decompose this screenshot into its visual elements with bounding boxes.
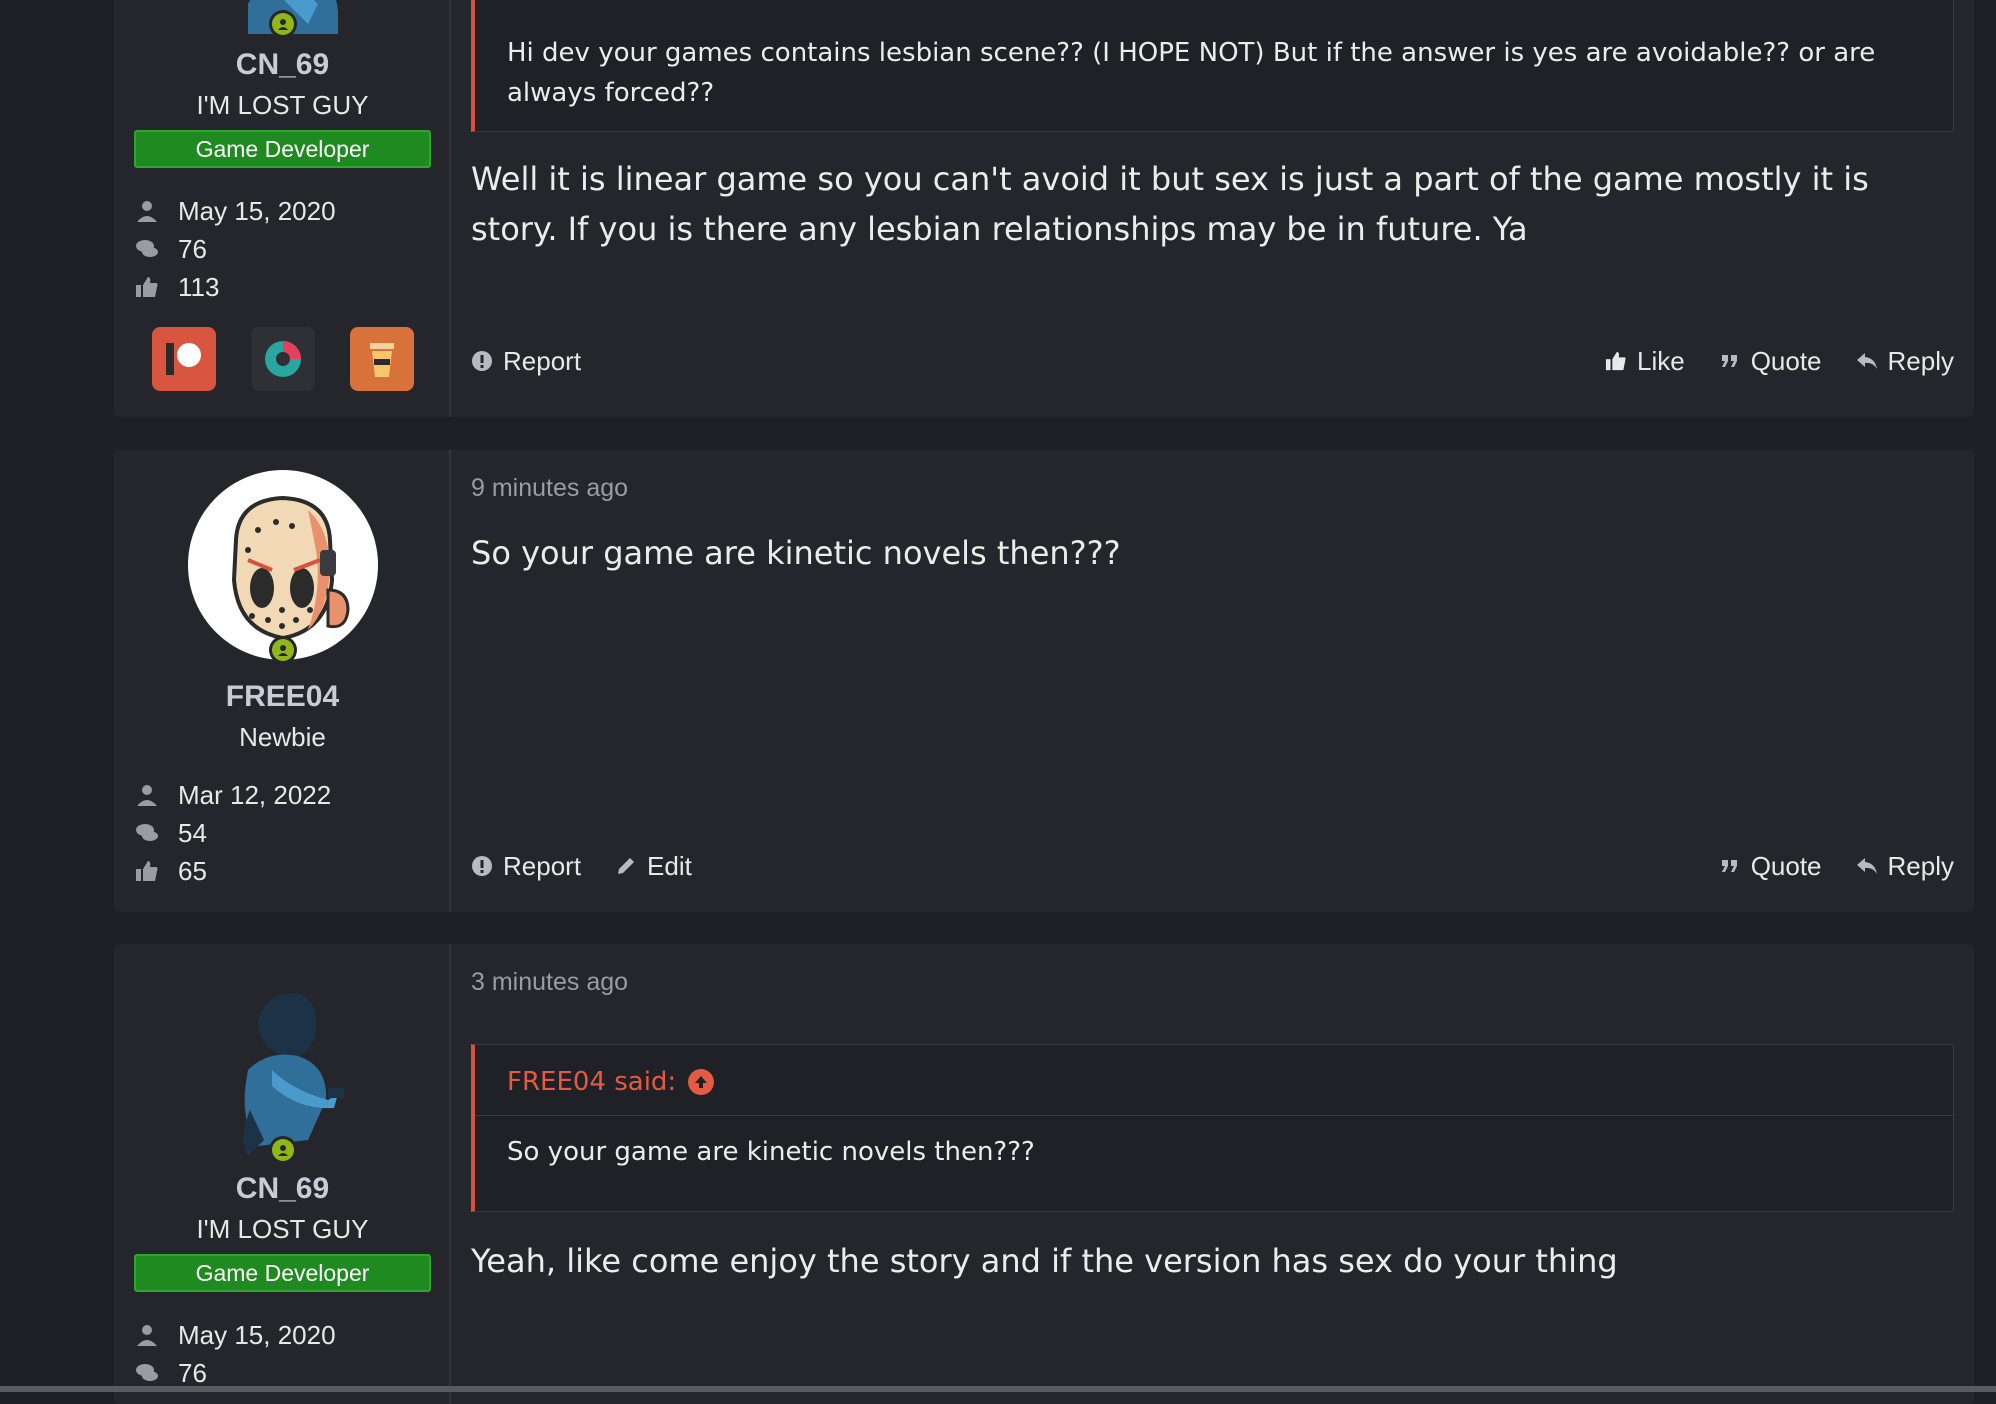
pencil-icon: [618, 858, 635, 874]
joined-date: May 15, 2020: [178, 195, 336, 226]
scroll-edge: [0, 1386, 1996, 1392]
avatar[interactable]: [188, 0, 378, 38]
comments-icon: [134, 237, 160, 261]
reply-label: Reply: [1887, 850, 1954, 881]
post-3: CN_69 I'M LOST GUY Game Developer May 15…: [114, 944, 1974, 1404]
quote-header[interactable]: FREE04 said:: [475, 1045, 1953, 1116]
message-body: Well it is linear game so you can't avoi…: [471, 160, 1869, 248]
post-actions: Report Like Quote Reply: [471, 341, 1954, 381]
quote-author: FREE04 said:: [507, 1067, 677, 1097]
username[interactable]: CN_69: [114, 1172, 451, 1206]
thumbs-up-icon: [134, 859, 160, 883]
report-label: Report: [503, 345, 582, 376]
online-status-icon: [269, 10, 297, 38]
thumbs-up-icon: [1605, 351, 1626, 371]
message-body: So your game are kinetic novels then???: [471, 534, 1121, 572]
message-count: 76: [178, 233, 207, 264]
online-status-icon: [269, 1136, 297, 1164]
stat-joined: May 15, 2020: [134, 1318, 336, 1352]
quote-block: Hi dev your games contains lesbian scene…: [471, 0, 1954, 132]
report-icon: [472, 351, 492, 371]
stat-messages: 76: [134, 1356, 207, 1390]
message-body: Yeah, like come enjoy the story and if t…: [471, 1242, 1618, 1280]
arrow-up-icon[interactable]: [688, 1069, 715, 1095]
reply-icon: [1856, 858, 1877, 874]
report-button[interactable]: Report: [471, 851, 581, 882]
quote-button[interactable]: Quote: [1719, 851, 1822, 882]
joined-date: May 15, 2020: [178, 1319, 336, 1350]
reaction-count: 113: [178, 271, 220, 302]
reply-button[interactable]: Reply: [1856, 851, 1954, 882]
stat-reactions: 113: [134, 270, 219, 304]
subscribestar-badge-icon[interactable]: [251, 327, 315, 391]
post-1-content: Hi dev your games contains lesbian scene…: [451, 0, 1974, 417]
post-2-content: 9 minutes ago So your game are kinetic n…: [451, 450, 1974, 912]
reply-icon: [1856, 353, 1877, 369]
user-icon: [134, 1323, 160, 1347]
post-3-user-panel: CN_69 I'M LOST GUY Game Developer May 15…: [114, 944, 451, 1404]
quote-text: So your game are kinetic novels then???: [507, 1137, 1035, 1167]
online-status-icon: [269, 636, 297, 664]
message-count: 54: [178, 817, 207, 848]
report-label: Report: [503, 850, 582, 881]
username[interactable]: FREE04: [114, 680, 451, 714]
report-button[interactable]: Report: [471, 346, 581, 377]
reply-label: Reply: [1887, 345, 1954, 376]
post-2-user-panel: FREE04 Newbie Mar 12, 2022 54 65: [114, 450, 451, 912]
post-1-user-panel: CN_69 I'M LOST GUY Game Developer May 15…: [114, 0, 451, 417]
message-count: 76: [178, 1357, 207, 1388]
patreon-badge-icon[interactable]: [152, 327, 216, 391]
post-timestamp[interactable]: 3 minutes ago: [471, 968, 628, 997]
like-label: Like: [1636, 345, 1685, 376]
post-1: CN_69 I'M LOST GUY Game Developer May 15…: [114, 0, 1974, 417]
reply-button[interactable]: Reply: [1856, 346, 1954, 377]
quote-label: Quote: [1750, 850, 1822, 881]
stat-messages: 76: [134, 232, 207, 266]
user-title: I'M LOST GUY: [196, 90, 369, 120]
like-button[interactable]: Like: [1605, 346, 1685, 377]
username[interactable]: CN_69: [114, 48, 451, 82]
edit-button[interactable]: Edit: [615, 851, 692, 882]
user-icon: [134, 783, 160, 807]
user-title: I'M LOST GUY: [196, 1214, 369, 1244]
user-banner: Game Developer: [134, 1254, 431, 1292]
post-actions: Report Edit Quote Reply: [471, 846, 1954, 886]
user-title: Newbie: [239, 722, 326, 752]
post-timestamp[interactable]: 9 minutes ago: [471, 474, 628, 503]
quote-block: FREE04 said: So your game are kinetic no…: [471, 1044, 1954, 1212]
quote-icon: [1721, 860, 1737, 872]
stat-joined: Mar 12, 2022: [134, 778, 331, 812]
avatar[interactable]: [188, 470, 378, 664]
edit-label: Edit: [647, 850, 692, 881]
user-icon: [134, 199, 160, 223]
avatar[interactable]: [188, 970, 378, 1164]
quote-button[interactable]: Quote: [1719, 346, 1822, 377]
post-2: FREE04 Newbie Mar 12, 2022 54 65 9 minut…: [114, 450, 1974, 912]
quote-text: Hi dev your games contains lesbian scene…: [507, 38, 1876, 108]
stat-reactions: 65: [134, 854, 207, 888]
joined-date: Mar 12, 2022: [178, 779, 332, 810]
post-3-content: 3 minutes ago FREE04 said: So your game …: [451, 944, 1974, 1404]
quote-icon: [1721, 355, 1737, 367]
stat-joined: May 15, 2020: [134, 194, 336, 228]
reaction-count: 65: [178, 855, 207, 886]
stat-messages: 54: [134, 816, 207, 850]
kofi-badge-icon[interactable]: [350, 327, 414, 391]
quote-label: Quote: [1750, 345, 1822, 376]
report-icon: [472, 856, 492, 876]
user-banner: Game Developer: [134, 130, 431, 168]
thumbs-up-icon: [134, 275, 160, 299]
comments-icon: [134, 1361, 160, 1385]
comments-icon: [134, 821, 160, 845]
